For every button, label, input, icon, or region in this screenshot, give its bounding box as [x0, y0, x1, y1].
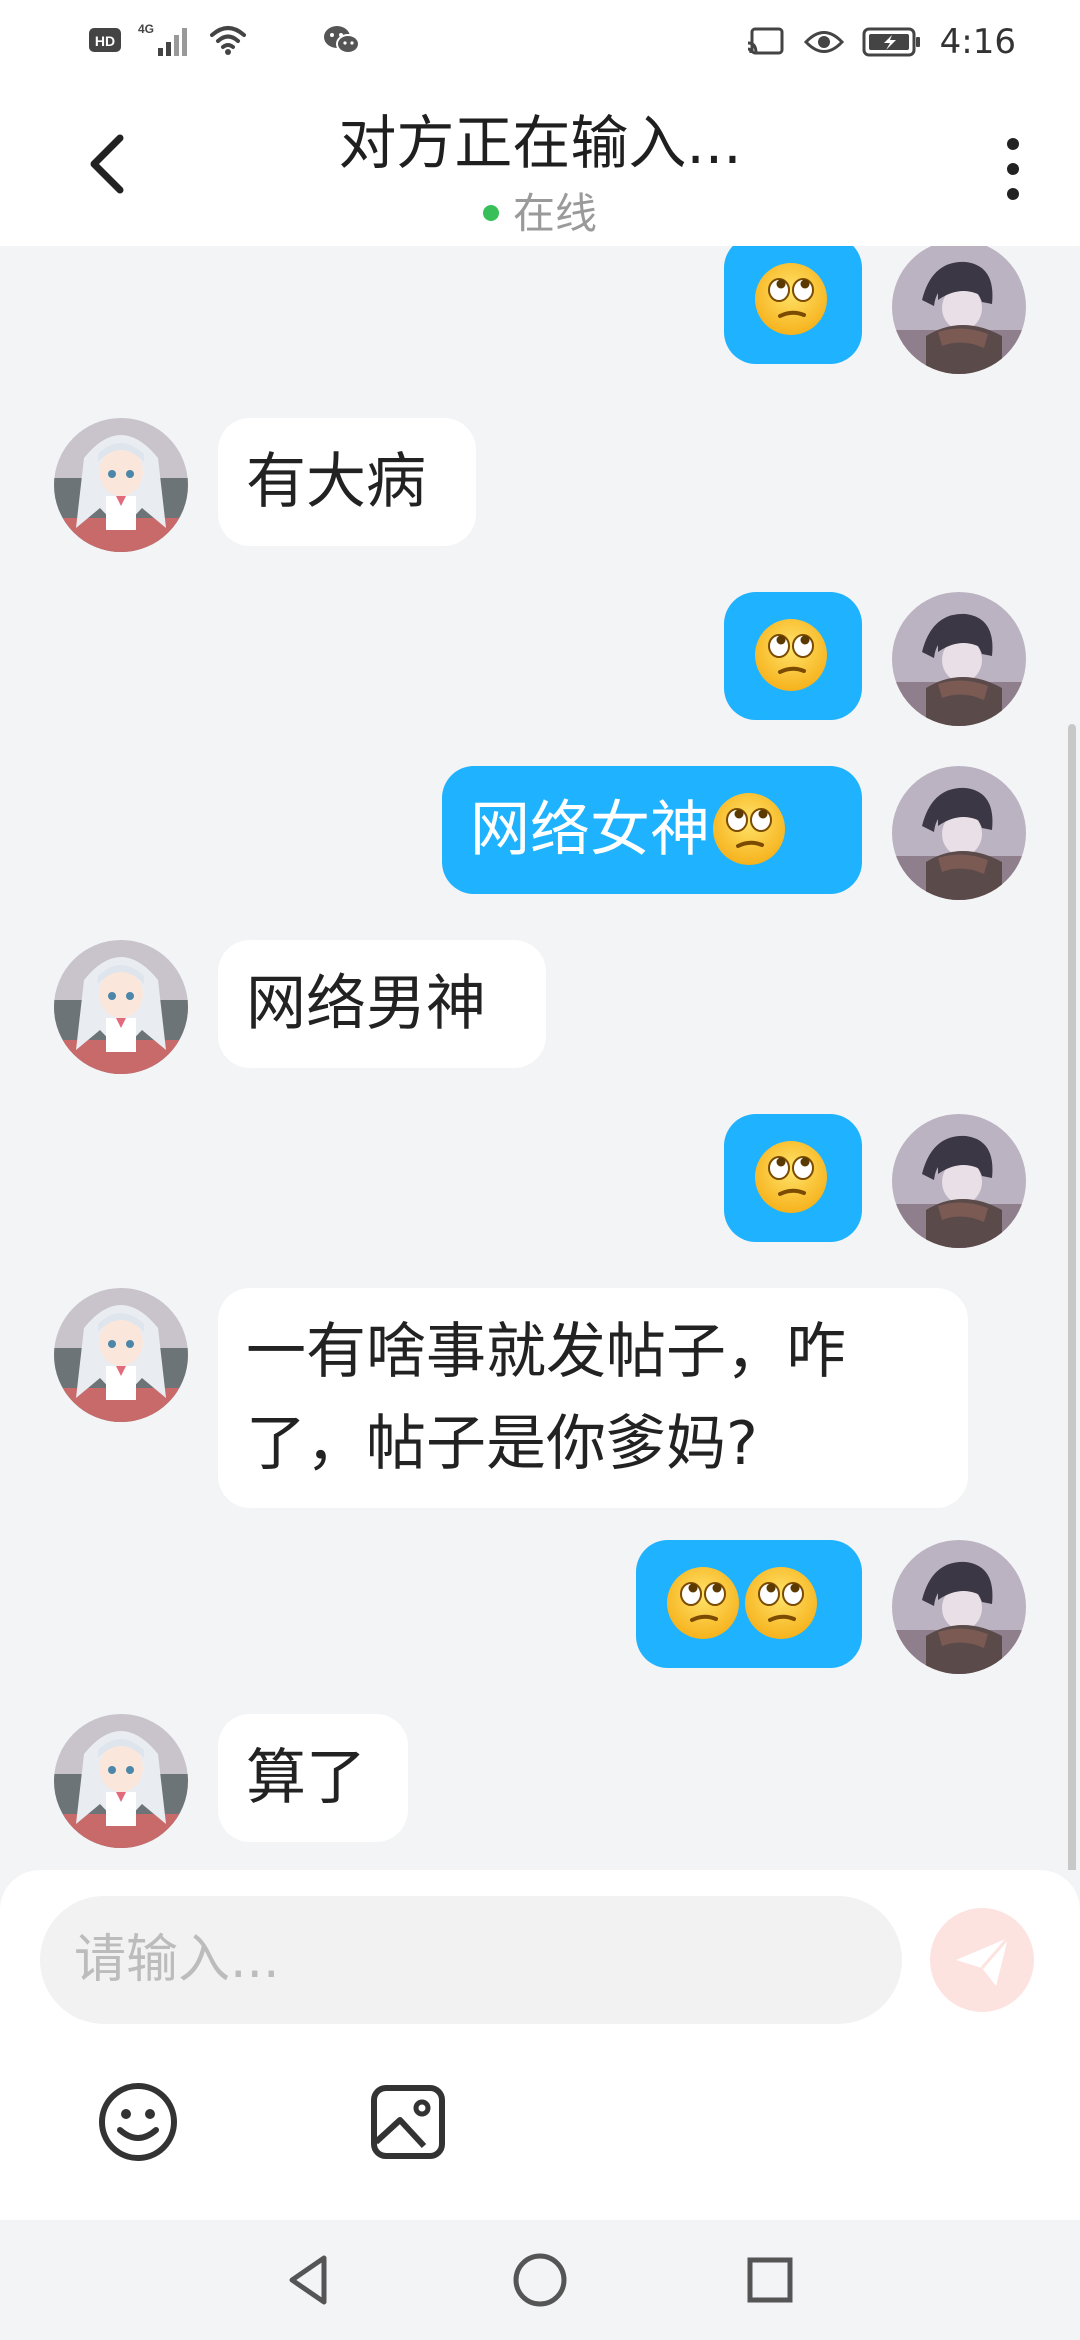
message-bubble[interactable] — [724, 592, 862, 720]
online-dot — [482, 204, 499, 221]
my-avatar[interactable] — [892, 1114, 1026, 1248]
status-bar: HD 4G 4:16 — [0, 0, 1080, 84]
eye-roll-emoji-icon — [755, 619, 827, 692]
chat-header: 对方正在输入... 在线 — [0, 84, 1080, 246]
message-bubble[interactable]: 算了 — [218, 1714, 408, 1842]
recents-square-icon[interactable] — [738, 2248, 802, 2312]
message-list[interactable]: 有大病网络女神网络男神一有啥事就发帖子，咋了，帖子是你爹妈? 算了 — [0, 246, 1080, 1870]
home-circle-icon[interactable] — [508, 2248, 572, 2312]
message-bubble[interactable]: 网络男神 — [218, 940, 546, 1068]
online-status: 在线 — [0, 180, 1080, 241]
message-bubble[interactable] — [724, 1114, 862, 1242]
clock: 4:16 — [939, 22, 1016, 62]
my-avatar[interactable] — [892, 766, 1026, 900]
system-nav-bar — [0, 2220, 1080, 2340]
scrollbar[interactable] — [1068, 724, 1076, 1870]
eye-icon — [803, 31, 844, 53]
wechat-icon — [324, 26, 360, 54]
eye-roll-emoji-icon — [667, 1567, 739, 1640]
online-status-label: 在线 — [512, 189, 597, 238]
message-text: 一有啥事就发帖子，咋了，帖子是你爹妈? — [246, 1317, 846, 1479]
eye-roll-emoji-icon — [713, 793, 785, 866]
battery-charging-icon — [862, 27, 920, 57]
message-bubble[interactable]: 有大病 — [218, 418, 476, 546]
eye-roll-emoji-icon — [745, 1567, 817, 1640]
hd-icon: HD — [89, 28, 121, 52]
svg-text:4G: 4G — [138, 22, 154, 36]
emoji-icon[interactable] — [96, 2080, 180, 2164]
contact-avatar[interactable] — [54, 1714, 188, 1848]
contact-avatar[interactable] — [54, 1288, 188, 1422]
eye-roll-emoji-icon — [755, 263, 827, 336]
message-bubble[interactable] — [636, 1540, 862, 1668]
more-options-icon[interactable] — [998, 134, 1028, 204]
svg-text:HD: HD — [95, 33, 115, 49]
message-bubble[interactable] — [724, 246, 862, 364]
message-text: 算了 — [246, 1743, 366, 1813]
contact-avatar[interactable] — [54, 940, 188, 1074]
my-avatar[interactable] — [892, 1540, 1026, 1674]
my-avatar[interactable] — [892, 246, 1026, 374]
signal-icon: 4G — [138, 22, 187, 56]
my-avatar[interactable] — [892, 592, 1026, 726]
image-icon[interactable] — [366, 2080, 450, 2164]
eye-roll-emoji-icon — [755, 1141, 827, 1214]
send-icon — [956, 1937, 1010, 1986]
send-button[interactable] — [930, 1908, 1034, 2012]
wifi-icon — [210, 26, 246, 55]
status-right: 4:16 — [746, 22, 1016, 62]
message-text: 网络男神 — [246, 969, 486, 1039]
composer: 请输入... — [0, 1870, 1080, 2220]
message-bubble[interactable]: 一有啥事就发帖子，咋了，帖子是你爹妈? — [218, 1288, 968, 1508]
message-bubble[interactable]: 网络女神 — [442, 766, 862, 894]
back-triangle-icon[interactable] — [278, 2248, 342, 2312]
message-input[interactable]: 请输入... — [40, 1896, 902, 2024]
status-left: HD 4G — [88, 22, 362, 58]
cast-icon — [747, 27, 784, 55]
message-text: 网络女神 — [470, 795, 710, 865]
message-text: 有大病 — [246, 447, 426, 517]
contact-avatar[interactable] — [54, 418, 188, 552]
chat-title: 对方正在输入... — [338, 109, 742, 177]
